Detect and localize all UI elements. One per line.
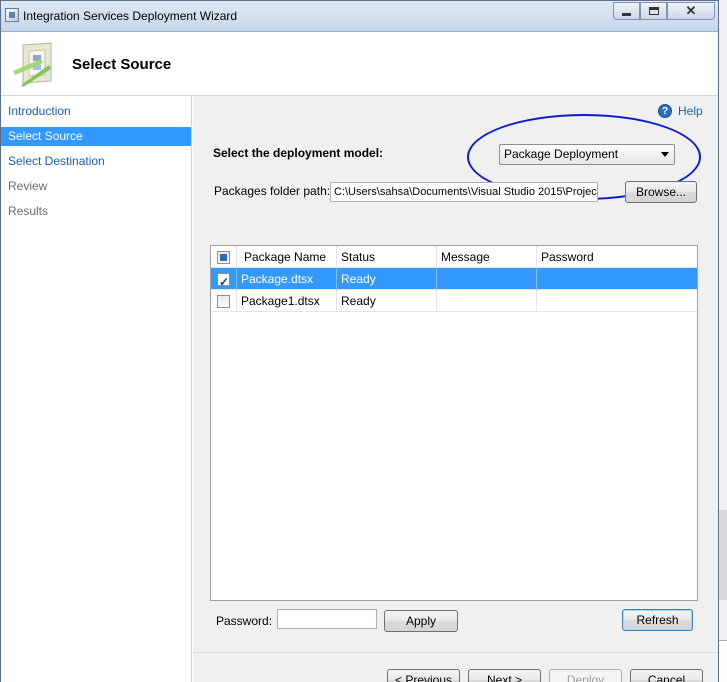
password-label: Password: [216,614,273,628]
password-input[interactable] [277,609,377,629]
sidebar-item-review: Review [8,179,48,193]
browse-button[interactable]: Browse... [625,181,697,203]
row-checkbox[interactable] [217,271,230,290]
app-icon [5,8,19,22]
help-link[interactable]: ? Help [658,104,703,118]
maximize-icon [648,7,659,15]
password-cell[interactable] [537,290,697,312]
wizard-sidebar: Introduction Select Source Select Destin… [1,96,192,682]
sidebar-item-results: Results [8,204,49,218]
package-name-cell[interactable]: Package.dtsx [237,268,337,290]
packages-folder-label: Packages folder path: [214,184,331,198]
sidebar-item-select-source[interactable]: Select Source [1,127,191,146]
refresh-button[interactable]: Refresh [622,609,693,631]
footer-divider [193,652,718,653]
column-header-status[interactable]: Status [337,246,437,268]
title-bar[interactable]: Integration Services Deployment Wizard ✕ [1,1,718,31]
help-label[interactable]: Help [678,104,703,118]
apply-button[interactable]: Apply [384,610,458,632]
deployment-model-label: Select the deployment model: [213,146,384,160]
minimize-icon [622,12,631,16]
select-all-checkbox[interactable] [217,250,230,264]
table-row[interactable]: Package.dtsx Ready [211,268,697,290]
sidebar-item-select-destination[interactable]: Select Destination [1,152,191,171]
wizard-client: Select Source Introduction Select Source… [1,31,718,682]
wizard-header: Select Source [1,32,718,96]
deployment-model-dropdown[interactable]: Package Deployment [499,144,675,165]
next-button[interactable]: Next > [468,669,541,682]
wizard-page-icon [13,42,52,87]
status-cell[interactable]: Ready [337,268,437,290]
cancel-button[interactable]: Cancel [630,669,703,682]
message-cell[interactable] [437,290,537,312]
window-title: Integration Services Deployment Wizard [23,9,238,23]
background-panel [719,510,727,600]
page-title: Select Source [72,56,172,73]
deployment-model-value: Package Deployment [504,147,619,161]
grid-header: Package Name Status Message Password [211,246,697,268]
table-row[interactable]: Package1.dtsx Ready [211,290,697,312]
previous-button[interactable]: < Previous [387,669,460,682]
password-cell[interactable] [537,268,697,290]
sidebar-item-introduction[interactable]: Introduction [1,102,191,121]
maximize-button[interactable] [640,2,667,20]
row-checkbox-cell [211,290,237,312]
packages-grid: Package Name Status Message Password Pac… [210,245,698,601]
close-button[interactable]: ✕ [667,2,715,20]
background-panel [719,640,727,682]
wizard-content: ? Help Select the deployment model: Pack… [193,96,718,682]
deploy-button: Deploy [549,669,622,682]
column-header-password[interactable]: Password [537,246,697,268]
help-icon: ? [658,104,672,118]
status-cell[interactable]: Ready [337,290,437,312]
message-cell[interactable] [437,268,537,290]
column-header-package-name[interactable]: Package Name [237,246,337,268]
chevron-down-icon[interactable] [661,152,669,157]
header-checkbox-cell [211,246,237,268]
close-icon: ✕ [685,3,697,18]
background-window-edge [719,0,727,682]
minimize-button[interactable] [613,2,640,20]
package-name-cell[interactable]: Package1.dtsx [237,290,337,312]
wizard-window: Integration Services Deployment Wizard ✕… [0,0,719,682]
column-header-message[interactable]: Message [437,246,537,268]
packages-folder-input[interactable]: C:\Users\sahsa\Documents\Visual Studio 2… [330,182,598,202]
row-checkbox[interactable] [217,294,230,308]
row-checkbox-cell [211,268,237,290]
